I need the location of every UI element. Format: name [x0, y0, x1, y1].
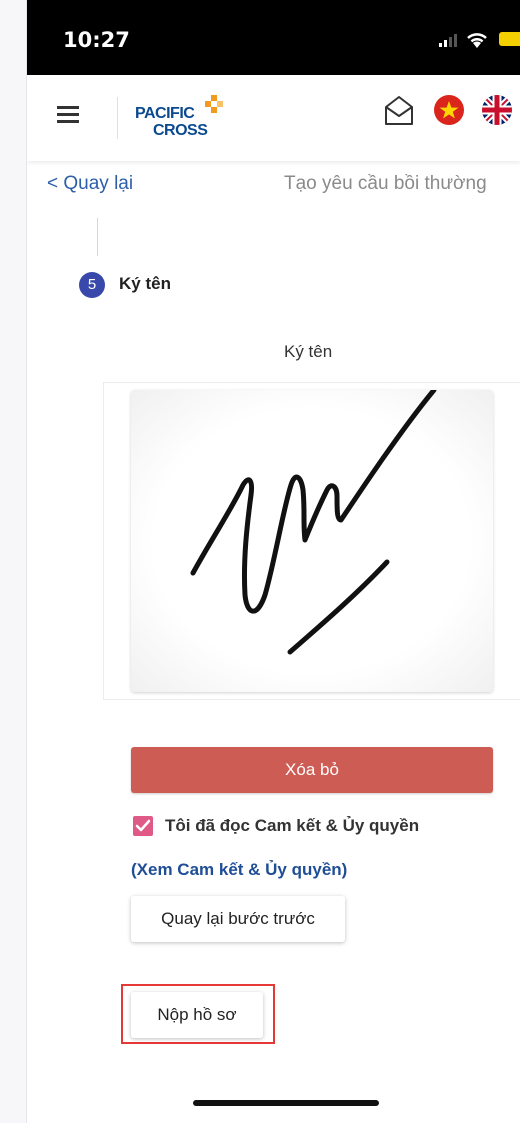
status-bar: 10:27: [27, 0, 520, 75]
logo-text-cross: CROSS: [153, 122, 208, 139]
step-number-badge: 5: [79, 272, 105, 298]
clear-signature-button[interactable]: Xóa bỏ: [131, 747, 493, 793]
terms-link[interactable]: (Xem Cam kết & Ủy quyền): [131, 860, 347, 880]
step-label: Ký tên: [119, 274, 171, 293]
previous-step-button[interactable]: Quay lại bước trước: [131, 896, 345, 942]
menu-icon[interactable]: [57, 106, 79, 124]
uk-flag-icon[interactable]: [482, 95, 512, 125]
agree-checkbox[interactable]: [133, 816, 153, 836]
mail-icon[interactable]: [382, 94, 416, 128]
check-icon: [135, 819, 151, 832]
agree-label: Tôi đã đọc Cam kết & Ủy quyền: [165, 816, 420, 835]
submit-button[interactable]: Nộp hồ sơ: [131, 992, 263, 1038]
phone-screen: 10:27 PACIFIC CROSS < Quay lại Tạo yêu c…: [27, 0, 520, 1123]
header-divider: [117, 97, 118, 139]
app-header: PACIFIC CROSS: [27, 75, 520, 161]
page-margin: [0, 0, 27, 1123]
logo-mark-icon: [205, 95, 223, 113]
logo-text-pacific: PACIFIC: [135, 105, 195, 122]
page-title: Tạo yêu cầu bồi thường: [284, 173, 487, 194]
battery-icon: [499, 32, 520, 46]
signature-label: Ký tên: [284, 342, 333, 361]
back-link[interactable]: < Quay lại: [47, 173, 133, 195]
home-indicator: [193, 1100, 379, 1106]
pacific-cross-logo[interactable]: PACIFIC CROSS: [135, 95, 245, 145]
vietnam-flag-icon[interactable]: [434, 95, 464, 125]
signature-pad[interactable]: [131, 390, 493, 692]
status-time: 10:27: [63, 28, 130, 52]
signal-icon: [439, 34, 457, 47]
step-connector: [97, 218, 98, 256]
wifi-icon: [467, 33, 487, 48]
